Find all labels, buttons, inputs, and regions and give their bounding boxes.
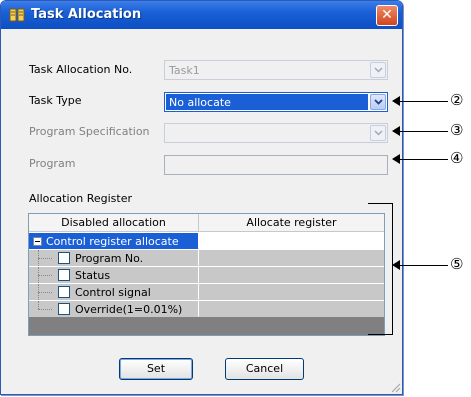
column-header-disabled-allocation[interactable]: Disabled allocation xyxy=(29,216,198,229)
status-checkbox[interactable] xyxy=(58,269,70,281)
group-row-label: Control register allocate xyxy=(46,235,179,248)
callout-bracket xyxy=(368,203,393,335)
cancel-button[interactable]: Cancel xyxy=(225,358,304,380)
grid-header: Disabled allocation Allocate register xyxy=(29,214,384,232)
column-header-allocate-register[interactable]: Allocate register xyxy=(199,216,384,229)
allocate-register-cell[interactable] xyxy=(199,233,384,249)
row-label: Control signal xyxy=(75,286,151,299)
table-row[interactable]: Override(1=0.01%) xyxy=(29,301,384,317)
program-field[interactable] xyxy=(164,155,388,175)
callout-line xyxy=(398,131,448,132)
tree-line xyxy=(38,292,52,293)
allocate-register-cell xyxy=(199,267,384,283)
collapse-icon[interactable] xyxy=(33,237,42,246)
resize-grip-icon[interactable] xyxy=(389,381,401,393)
task-allocation-dialog: Task Allocation ✕ Task Allocation No. Ta… xyxy=(0,0,403,395)
grid-empty-area xyxy=(29,317,384,335)
allocation-register-grid: Disabled allocation Allocate register Co… xyxy=(28,213,385,336)
chevron-down-icon[interactable] xyxy=(370,62,386,78)
set-button[interactable]: Set xyxy=(119,358,193,380)
callout-2: ② xyxy=(450,91,464,109)
close-button[interactable]: ✕ xyxy=(376,5,398,26)
allocate-register-cell xyxy=(199,301,384,317)
row-label: Program No. xyxy=(75,252,144,265)
chevron-down-icon[interactable] xyxy=(370,125,386,141)
task-type-value: No allocate xyxy=(169,96,231,109)
callout-line xyxy=(398,265,448,266)
task-allocation-no-value: Task1 xyxy=(169,64,200,77)
callout-5: ⑤ xyxy=(450,255,464,273)
app-icon xyxy=(9,7,25,23)
override-checkbox[interactable] xyxy=(58,303,70,315)
table-row[interactable]: Program No. xyxy=(29,250,384,266)
table-row[interactable]: Control signal xyxy=(29,284,384,300)
allocate-register-cell xyxy=(199,250,384,266)
tree-line xyxy=(38,301,39,309)
allocation-register-label: Allocation Register xyxy=(29,192,133,205)
tree-line xyxy=(38,275,52,276)
row-label: Status xyxy=(75,269,111,282)
title-bar[interactable]: Task Allocation ✕ xyxy=(1,1,402,29)
task-type-label: Task Type xyxy=(29,94,82,107)
control-signal-checkbox[interactable] xyxy=(58,286,70,298)
callout-4: ④ xyxy=(450,149,464,167)
window-title: Task Allocation xyxy=(31,7,142,22)
tree-line xyxy=(38,309,52,310)
program-specification-combo[interactable] xyxy=(164,123,388,143)
task-allocation-no-label: Task Allocation No. xyxy=(29,63,133,76)
table-row[interactable]: Status xyxy=(29,267,384,283)
program-specification-label: Program Specification xyxy=(29,125,150,138)
chevron-down-icon[interactable] xyxy=(370,94,386,110)
program-no-checkbox[interactable] xyxy=(58,252,70,264)
allocate-register-cell xyxy=(199,284,384,300)
group-row-control-register[interactable]: Control register allocate xyxy=(29,233,384,249)
task-allocation-no-combo[interactable]: Task1 xyxy=(164,60,388,80)
callout-line xyxy=(398,101,448,102)
callout-line xyxy=(398,159,448,160)
task-type-combo[interactable]: No allocate xyxy=(164,92,388,112)
program-label: Program xyxy=(29,157,76,170)
callout-3: ③ xyxy=(450,121,464,139)
tree-line xyxy=(38,258,52,259)
row-label: Override(1=0.01%) xyxy=(75,303,183,316)
